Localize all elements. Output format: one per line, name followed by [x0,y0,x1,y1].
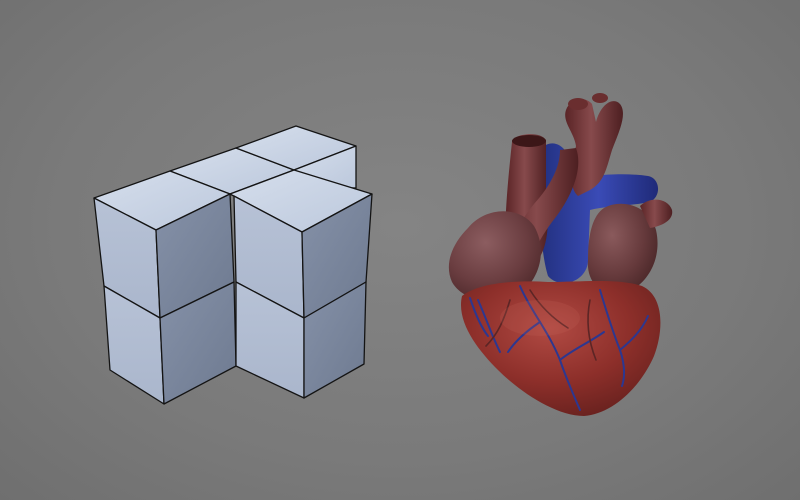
heart-model [448,93,673,416]
render-viewport [0,0,800,500]
ventricles [460,281,661,416]
vessel-opening-1 [568,98,588,110]
vessel-opening-2 [592,93,608,103]
aorta-opening [512,135,546,147]
cube-cluster-model [93,125,373,405]
muscle-highlight [500,300,580,336]
scene-canvas [93,93,673,416]
